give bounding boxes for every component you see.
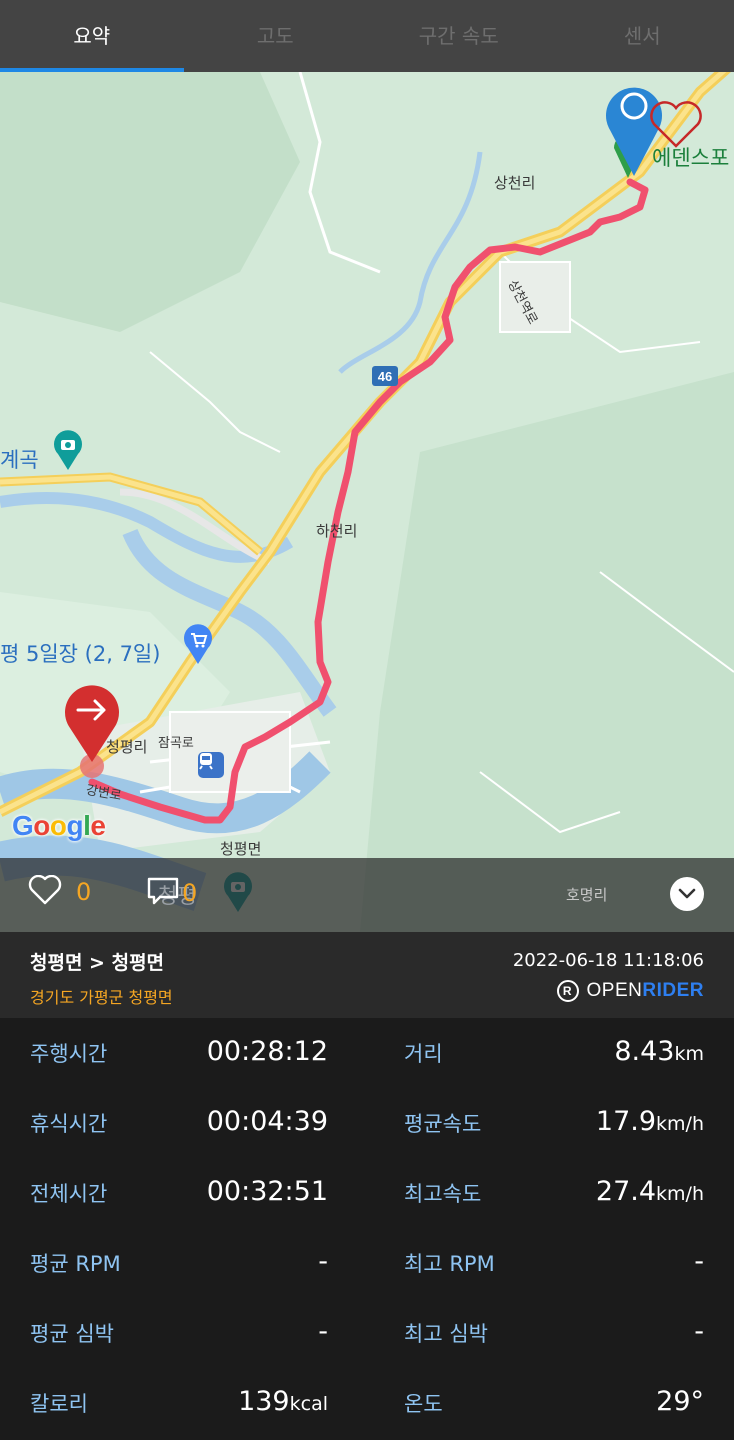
- map-label-homyeong-ri: 호명리: [566, 886, 608, 904]
- route-region: 경기도 가평군 청평면: [30, 988, 173, 1007]
- camera-poi-icon[interactable]: [52, 430, 84, 470]
- map-label-jamgok-ro: 잠곡로: [158, 736, 194, 751]
- stat-label: 휴식시간: [30, 1112, 108, 1136]
- stat-row: 평균 심박 - 최고 심박 -: [0, 1298, 734, 1368]
- shopping-cart-poi-icon[interactable]: [182, 624, 214, 664]
- stat-value: -: [694, 1316, 704, 1347]
- openrider-logo: R OPEN RIDER: [556, 980, 704, 1002]
- stat-label: 칼로리: [30, 1392, 88, 1416]
- openrider-r-icon: R: [556, 980, 579, 1002]
- map-label-market: 평 5일장 (2, 7일): [0, 642, 161, 666]
- map-canvas: 46: [0, 72, 734, 932]
- expand-button[interactable]: [670, 877, 704, 911]
- tab-elevation[interactable]: 고도: [184, 0, 368, 72]
- heart-icon: [28, 874, 62, 909]
- stat-value: 29°: [656, 1386, 704, 1417]
- stat-row: 칼로리 139kcal 온도 29°: [0, 1368, 734, 1438]
- route-title: 청평면 > 청평면: [30, 952, 165, 974]
- stat-label: 평균 RPM: [30, 1252, 121, 1276]
- social-bar: [0, 858, 734, 932]
- heart-poi-icon: [648, 100, 704, 150]
- comment-icon: [146, 875, 180, 911]
- chevron-down-icon: [678, 885, 696, 904]
- route-datetime: 2022-06-18 11:18:06: [512, 950, 704, 971]
- stat-label: 주행시간: [30, 1042, 108, 1066]
- train-station-icon: [198, 752, 224, 778]
- stat-value: -: [318, 1246, 328, 1277]
- tab-bar: 요약 고도 구간 속도 센서: [0, 0, 734, 72]
- tab-sensor[interactable]: 센서: [551, 0, 734, 72]
- stat-row: 전체시간 00:32:51 최고속도 27.4km/h: [0, 1158, 734, 1228]
- stat-label: 거리: [404, 1042, 443, 1066]
- map-label-hacheon-ri: 하천리: [316, 522, 358, 540]
- stat-value: 27.4km/h: [595, 1176, 704, 1207]
- comment-button[interactable]: 0: [146, 875, 197, 911]
- map-label-sangcheon-ri: 상천리: [494, 174, 536, 192]
- stat-value: -: [694, 1246, 704, 1277]
- route-info: 청평면 > 청평면 경기도 가평군 청평면 2022-06-18 11:18:0…: [0, 932, 734, 1018]
- tab-summary[interactable]: 요약: [0, 0, 184, 72]
- stat-value: -: [318, 1316, 328, 1347]
- stat-label: 평균속도: [404, 1112, 482, 1136]
- stats-panel: 주행시간 00:28:12 거리 8.43km 휴식시간 00:04:39 평균…: [0, 1018, 734, 1440]
- stat-label: 최고속도: [404, 1182, 482, 1206]
- stat-label: 최고 RPM: [404, 1252, 495, 1276]
- stat-label: 전체시간: [30, 1182, 108, 1206]
- brand-rider: RIDER: [642, 980, 704, 1001]
- stat-value: 8.43km: [614, 1036, 704, 1067]
- stat-label: 최고 심박: [404, 1322, 488, 1346]
- google-logo: Google: [12, 810, 106, 841]
- svg-text:46: 46: [378, 369, 392, 384]
- stat-row: 평균 RPM - 최고 RPM -: [0, 1228, 734, 1298]
- stat-row: 주행시간 00:28:12 거리 8.43km: [0, 1018, 734, 1088]
- stat-value: 00:28:12: [206, 1036, 328, 1067]
- route-map[interactable]: 46 상천리 상천역로 계곡 하천리 평 5일장 (2, 7일) 청평리 잠곡로…: [0, 72, 734, 932]
- like-count: 0: [76, 878, 92, 906]
- stat-row: 휴식시간 00:04:39 평균속도 17.9km/h: [0, 1088, 734, 1158]
- stat-value: 17.9km/h: [595, 1106, 704, 1137]
- map-label-cheongpyeong-myeon: 청평면: [220, 840, 262, 858]
- start-marker[interactable]: [62, 684, 122, 784]
- like-button[interactable]: 0: [28, 874, 92, 909]
- stat-value: 00:04:39: [206, 1106, 328, 1137]
- tab-section-speed[interactable]: 구간 속도: [367, 0, 551, 72]
- map-label-gyegok: 계곡: [0, 448, 39, 472]
- stat-value: 00:32:51: [206, 1176, 328, 1207]
- stat-value: 139kcal: [238, 1386, 328, 1417]
- comment-count: 0: [182, 879, 198, 907]
- stat-label: 온도: [404, 1392, 443, 1416]
- brand-open: OPEN: [586, 980, 643, 1001]
- stat-label: 평균 심박: [30, 1322, 114, 1346]
